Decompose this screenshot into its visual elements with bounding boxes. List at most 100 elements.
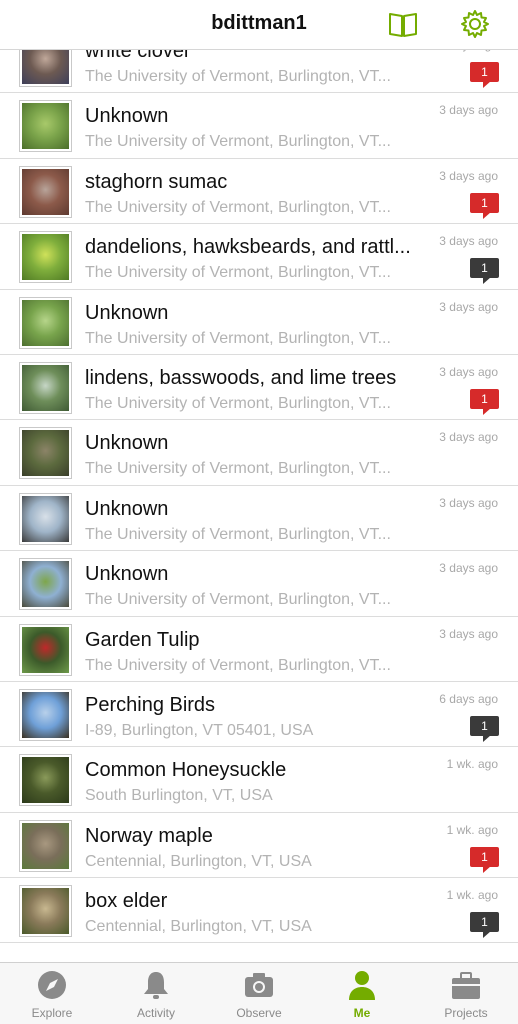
tab-observe-label: Observe (236, 1006, 282, 1020)
observation-place: The University of Vermont, Burlington, V… (85, 394, 391, 412)
observation-time: 1 wk. ago (446, 757, 498, 772)
observation-place: The University of Vermont, Burlington, V… (85, 656, 391, 674)
observation-row[interactable]: staghorn sumac The University of Vermont,… (0, 159, 518, 225)
tab-observe[interactable]: Observe (207, 963, 311, 1024)
observation-place: I-89, Burlington, VT 05401, USA (85, 721, 314, 739)
observation-time: 3 days ago (439, 103, 498, 118)
observation-name: Unknown (85, 432, 169, 455)
observation-time: 6 days ago (439, 691, 498, 706)
comment-count-icon: 1 (470, 62, 499, 88)
observation-name: Unknown (85, 105, 169, 128)
observation-row[interactable]: Unknown The University of Vermont, Burlin… (0, 420, 518, 486)
tab-explore-label: Explore (31, 1006, 73, 1020)
comment-count: 1 (470, 62, 499, 82)
comment-count: 1 (470, 846, 499, 867)
comment-count: 1 (470, 912, 499, 933)
observation-row[interactable]: Unknown The University of Vermont, Burlin… (0, 551, 518, 617)
observation-photo[interactable] (19, 558, 72, 611)
observation-place: Centennial, Burlington, VT, USA (85, 852, 312, 870)
bell-icon (144, 972, 168, 999)
observation-name: Common Honeysuckle (85, 759, 287, 782)
observation-row[interactable]: Perching Birds I-89, Burlington, VT 05401… (0, 682, 518, 748)
observation-place: The University of Vermont, Burlington, V… (85, 198, 391, 216)
comment-count: 1 (470, 192, 499, 213)
observation-place: The University of Vermont, Burlington, V… (85, 264, 391, 282)
observation-name: Perching Birds (85, 693, 216, 716)
observation-row[interactable]: white clover The University of Vermont, B… (0, 50, 518, 94)
observation-photo[interactable] (19, 819, 72, 872)
observation-place: South Burlington, VT, USA (85, 787, 273, 805)
observation-photo[interactable] (19, 165, 72, 218)
observation-row[interactable]: lindens, basswoods, and lime trees The Un… (0, 355, 518, 421)
observation-row[interactable]: Common Honeysuckle South Burlington, VT, … (0, 747, 518, 813)
observation-photo[interactable] (19, 623, 72, 676)
observation-place: The University of Vermont, Burlington, V… (85, 133, 391, 151)
observation-place: The University of Vermont, Burlington, V… (85, 68, 391, 85)
observation-photo[interactable] (19, 427, 72, 480)
observation-time: 3 days ago (439, 168, 498, 183)
observation-name: Norway maple (85, 824, 213, 847)
observation-photo[interactable] (19, 50, 72, 87)
observation-row[interactable]: Unknown The University of Vermont, Burlin… (0, 486, 518, 552)
tab-me-label: Me (353, 1006, 371, 1020)
comment-count: 1 (470, 388, 499, 409)
observation-name: Unknown (85, 563, 169, 586)
observation-row[interactable]: Unknown The University of Vermont, Burlin… (0, 290, 518, 355)
tab-activity-label: Activity (136, 1006, 175, 1020)
observation-place: Centennial, Burlington, VT, USA (85, 918, 312, 936)
observation-row[interactable]: Norway maple Centennial, Burlington, VT, … (0, 813, 518, 879)
bottom-tab-bar: Explore Activity Observe Me Projects (0, 962, 518, 1024)
observation-time: 3 days ago (439, 364, 498, 379)
observation-place: The University of Vermont, Burlington, V… (85, 525, 391, 543)
tab-me[interactable]: Me (310, 963, 414, 1024)
observation-photo[interactable] (19, 296, 72, 349)
comment-count-icon: 1 (470, 846, 499, 873)
gear-icon[interactable] (460, 9, 490, 39)
observation-photo[interactable] (19, 885, 72, 938)
observation-time: 3 days ago (439, 561, 498, 576)
observation-time: 3 days ago (439, 430, 498, 445)
tab-explore[interactable]: Explore (0, 963, 104, 1024)
observation-time: 3 days ago (439, 495, 498, 510)
top-nav-bar: bdittman1 (0, 0, 518, 50)
observation-photo[interactable] (19, 361, 72, 414)
observation-row[interactable]: box elder Centennial, Burlington, VT, USA… (0, 878, 518, 944)
observation-name: staghorn sumac (85, 170, 228, 193)
observation-photo[interactable] (19, 688, 72, 741)
observation-time: 3 days ago (439, 50, 498, 52)
observation-row[interactable]: dandelions, hawksbeards, and rattl... The… (0, 224, 518, 290)
observation-name: Unknown (85, 497, 169, 520)
observation-place: The University of Vermont, Burlington, V… (85, 329, 391, 347)
person-icon (349, 971, 375, 1000)
observation-time: 1 wk. ago (446, 822, 498, 837)
tab-projects[interactable]: Projects (414, 963, 518, 1024)
observation-name: dandelions, hawksbeards, and rattl... (85, 236, 411, 259)
page-title: bdittman1 (211, 12, 307, 34)
observation-name: lindens, basswoods, and lime trees (85, 366, 397, 389)
tab-projects-label: Projects (444, 1006, 488, 1020)
observation-time: 3 days ago (439, 626, 498, 641)
comment-count: 1 (470, 715, 499, 736)
observation-name: white clover (85, 50, 191, 62)
comment-count-icon: 1 (470, 912, 499, 939)
observation-time: 3 days ago (439, 299, 498, 314)
observation-row[interactable]: Unknown The University of Vermont, Burlin… (0, 93, 518, 159)
observation-photo[interactable] (19, 754, 72, 807)
comment-count: 1 (470, 258, 499, 279)
comment-count-icon: 1 (470, 192, 499, 219)
comment-count-icon: 1 (470, 388, 499, 415)
book-icon[interactable] (388, 9, 418, 39)
observation-place: The University of Vermont, Burlington, V… (85, 460, 391, 478)
observation-time: 3 days ago (439, 234, 498, 249)
comment-count-icon: 1 (470, 715, 499, 742)
observation-list[interactable]: white clover The University of Vermont, B… (0, 50, 518, 962)
observation-photo[interactable] (19, 100, 72, 153)
comment-count-icon: 1 (470, 258, 499, 285)
observation-time: 1 wk. ago (446, 888, 498, 903)
tab-activity[interactable]: Activity (104, 963, 208, 1024)
observation-row[interactable]: Garden Tulip The University of Vermont, B… (0, 617, 518, 682)
compass-icon (38, 971, 66, 999)
observation-photo[interactable] (19, 231, 72, 284)
observation-photo[interactable] (19, 492, 72, 545)
observation-place: The University of Vermont, Burlington, V… (85, 591, 391, 609)
